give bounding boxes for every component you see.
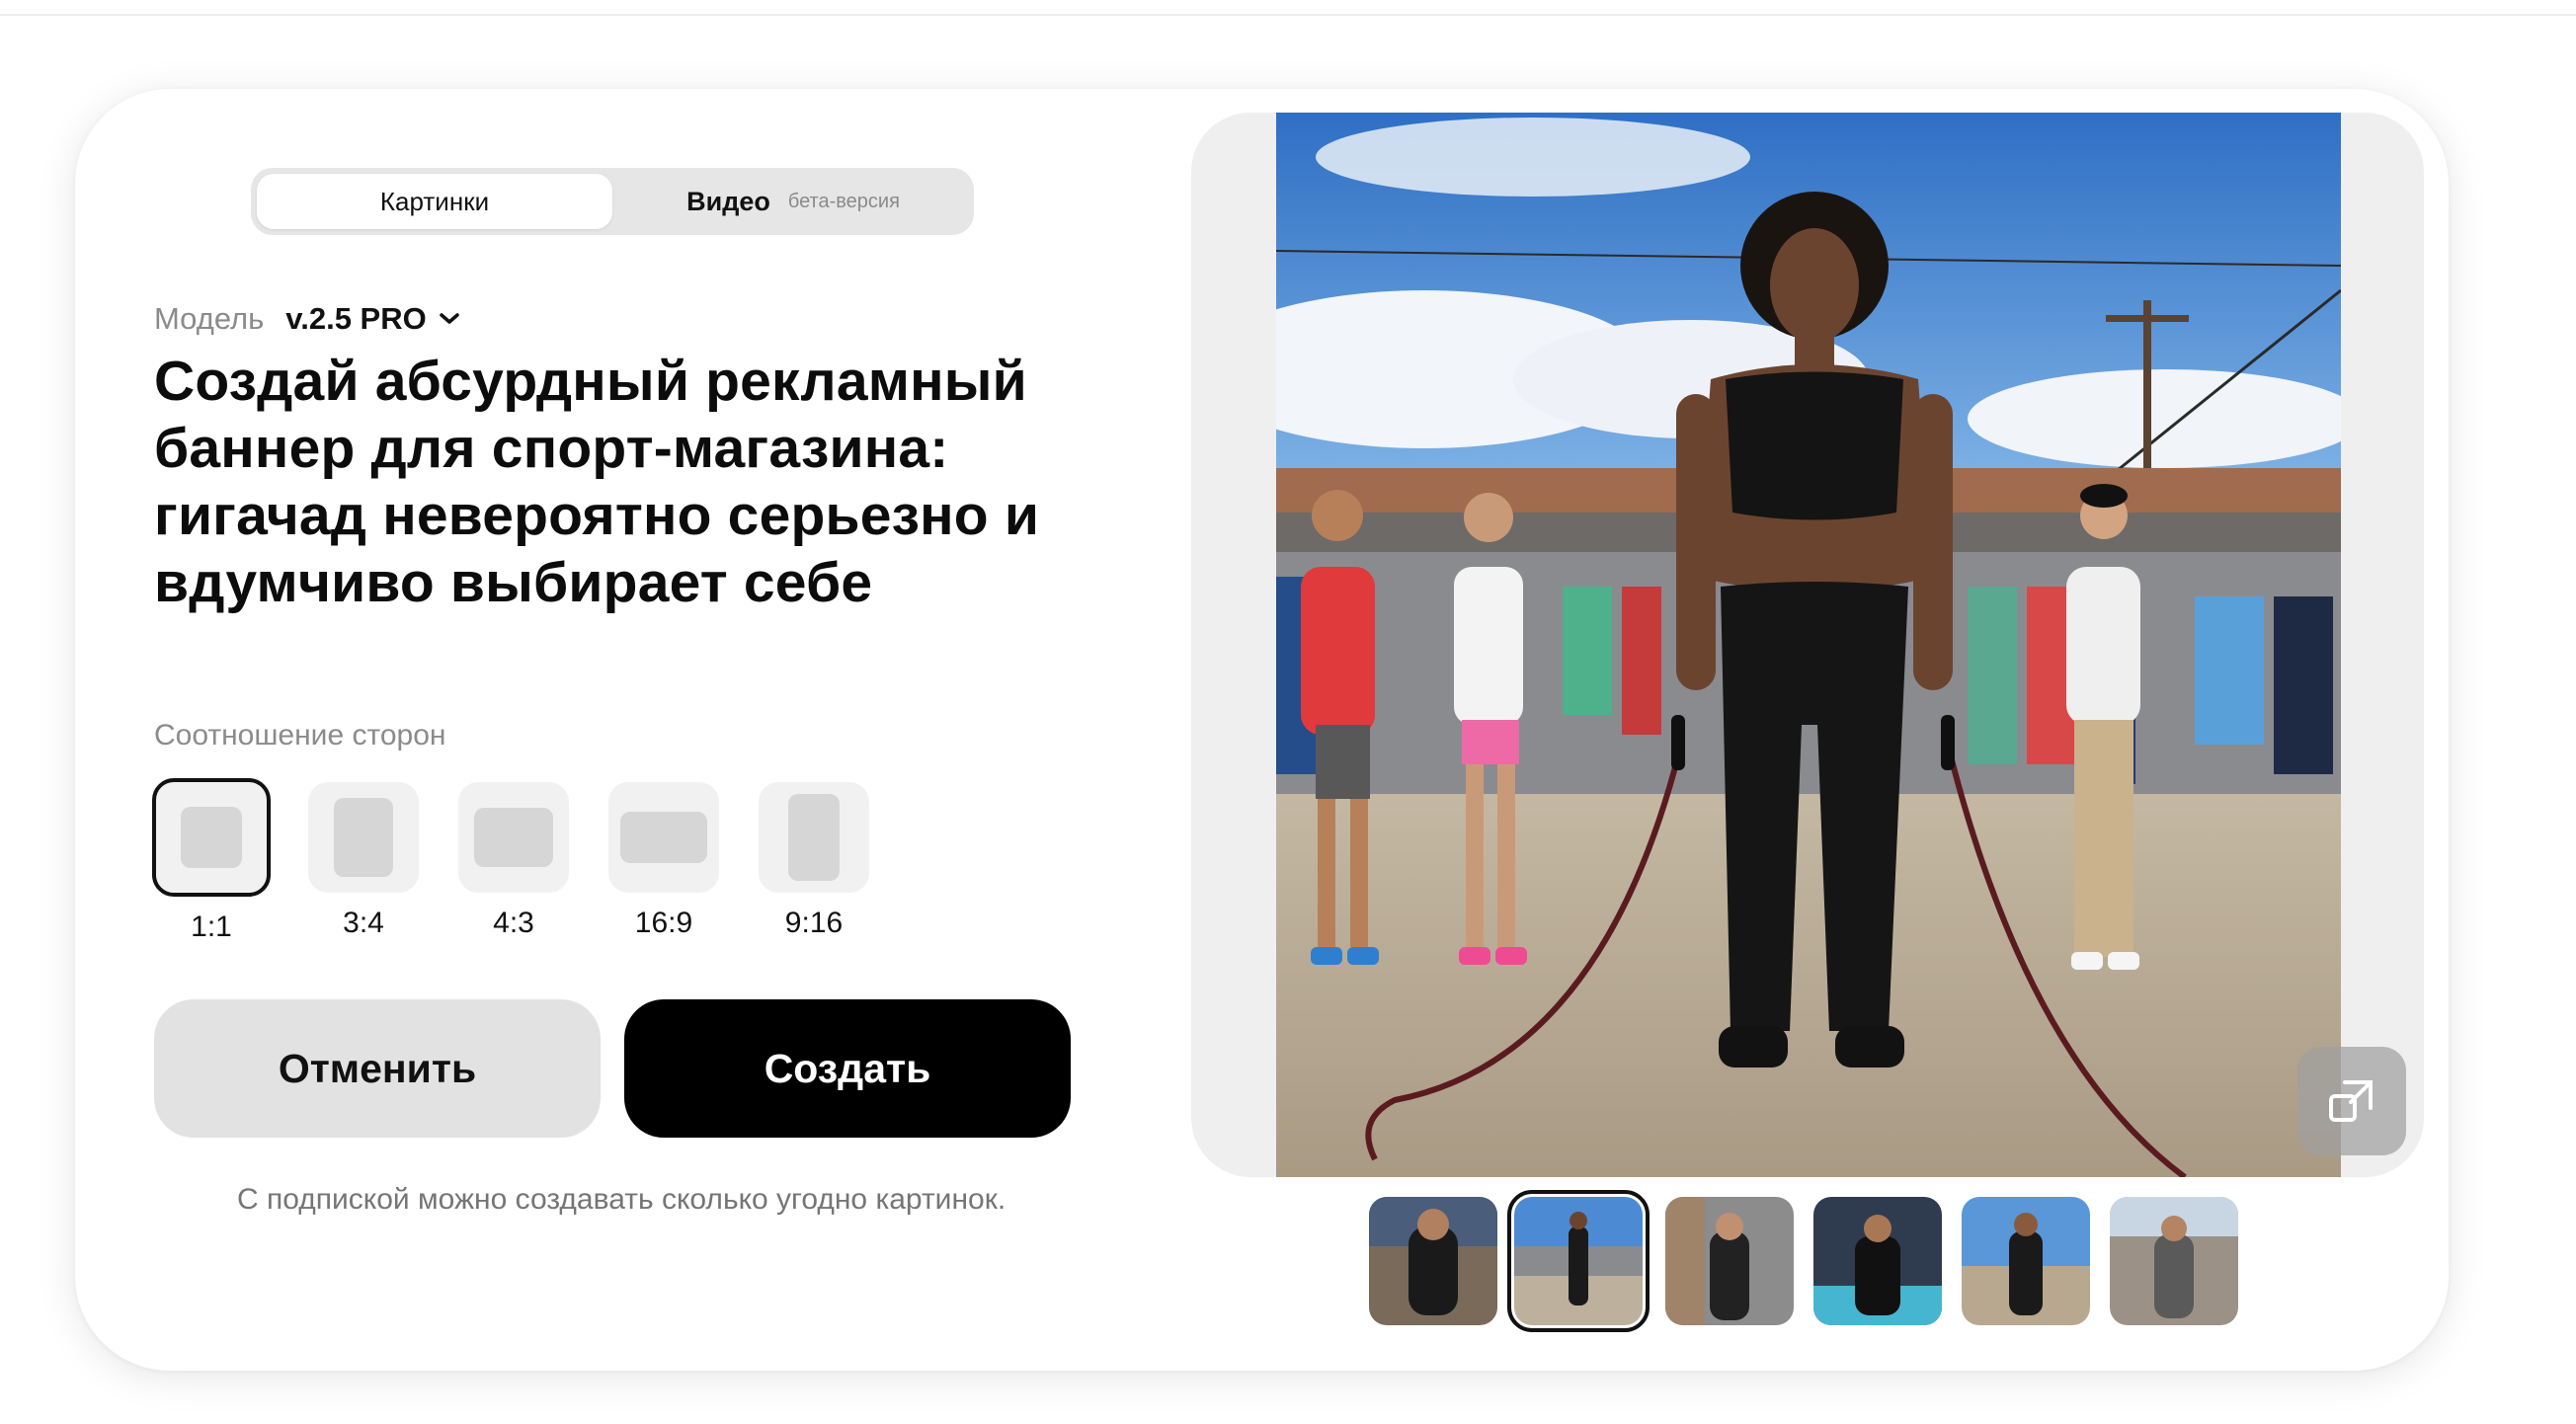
landscape-ratio-icon (474, 808, 553, 867)
chevron-down-icon (439, 312, 460, 331)
aspect-option-frame (759, 782, 869, 893)
thumbnail-1[interactable] (1369, 1197, 1497, 1325)
aspect-option-label: 1:1 (191, 910, 232, 943)
aspect-option-frame (308, 782, 419, 893)
aspect-option-label: 9:16 (784, 907, 844, 939)
aspect-option-4-3[interactable]: 4:3 (458, 782, 575, 940)
expand-icon[interactable] (2297, 1047, 2406, 1155)
model-selector[interactable]: Модель v.2.5 PRO (154, 294, 460, 344)
tab-images-label: Картинки (379, 186, 490, 216)
prompt-text[interactable]: Создай абсурдный рекламный баннер для сп… (154, 348, 1063, 616)
aspect-option-label: 16:9 (634, 907, 693, 939)
tab-video-label: Видео (686, 186, 770, 216)
thumbnail-5[interactable] (1962, 1197, 2090, 1325)
wide-ratio-icon (620, 812, 707, 863)
preview-panel (1191, 113, 2424, 1177)
aspect-option-frame (152, 778, 271, 897)
aspect-option-frame (458, 782, 569, 893)
model-value: v.2.5 PRO (285, 301, 427, 336)
top-divider (0, 14, 2576, 16)
aspect-option-9-16[interactable]: 9:16 (759, 782, 875, 940)
generated-image[interactable] (1276, 113, 2341, 1177)
tall-ratio-icon (788, 794, 840, 881)
aspect-option-16-9[interactable]: 16:9 (608, 782, 725, 940)
model-label: Модель (154, 301, 265, 336)
aspect-option-label: 4:3 (493, 907, 534, 939)
tab-video[interactable]: Видео бета-версия (618, 174, 968, 229)
thumbnail-2[interactable] (1507, 1190, 1650, 1332)
tab-images[interactable]: Картинки (257, 174, 612, 229)
beta-badge: бета-версия (787, 190, 900, 212)
thumbnail-6[interactable] (2110, 1197, 2238, 1325)
portrait-ratio-icon (334, 798, 393, 877)
subscription-note: С подпиской можно создавать сколько угод… (237, 1183, 1006, 1216)
aspect-option-frame (608, 782, 719, 893)
thumbnail-4[interactable] (1813, 1197, 1942, 1325)
aspect-option-label: 3:4 (343, 907, 384, 939)
aspect-ratio-title: Соотношение сторон (154, 719, 446, 752)
create-button[interactable]: Создать (624, 999, 1071, 1138)
aspect-option-3-4[interactable]: 3:4 (308, 782, 425, 940)
cancel-button[interactable]: Отменить (154, 999, 601, 1138)
aspect-option-1-1[interactable]: 1:1 (152, 778, 273, 944)
thumbnail-3[interactable] (1665, 1197, 1794, 1325)
mode-switcher: Картинки Видео бета-версия (251, 168, 974, 235)
square-ratio-icon (181, 807, 242, 868)
